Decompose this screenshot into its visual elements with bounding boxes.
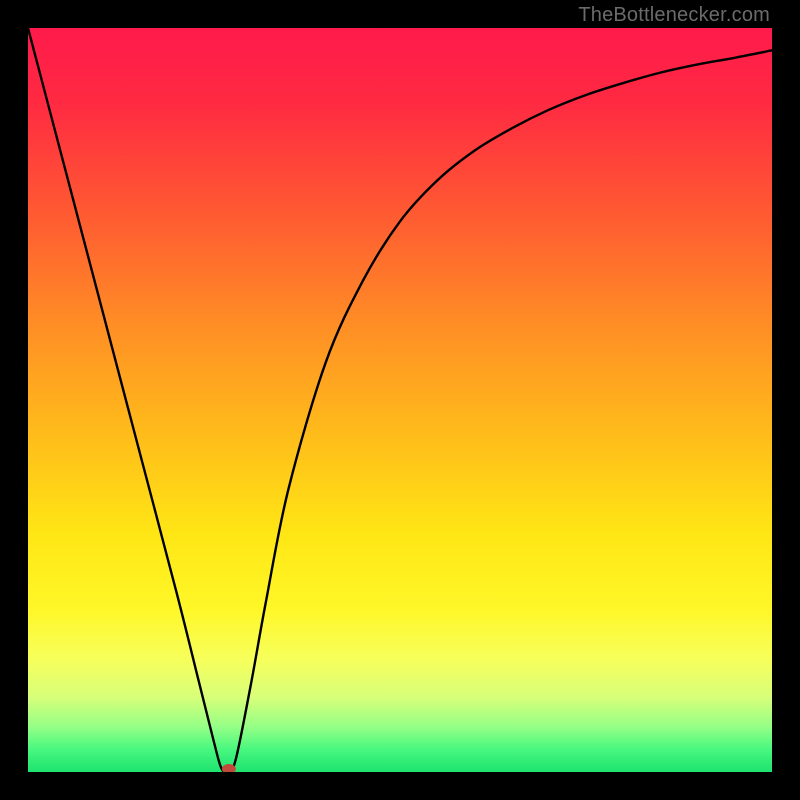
chart-svg: [28, 28, 772, 772]
watermark-text: TheBottlenecker.com: [578, 4, 770, 27]
chart-frame: [28, 28, 772, 772]
chart-background: [28, 28, 772, 772]
